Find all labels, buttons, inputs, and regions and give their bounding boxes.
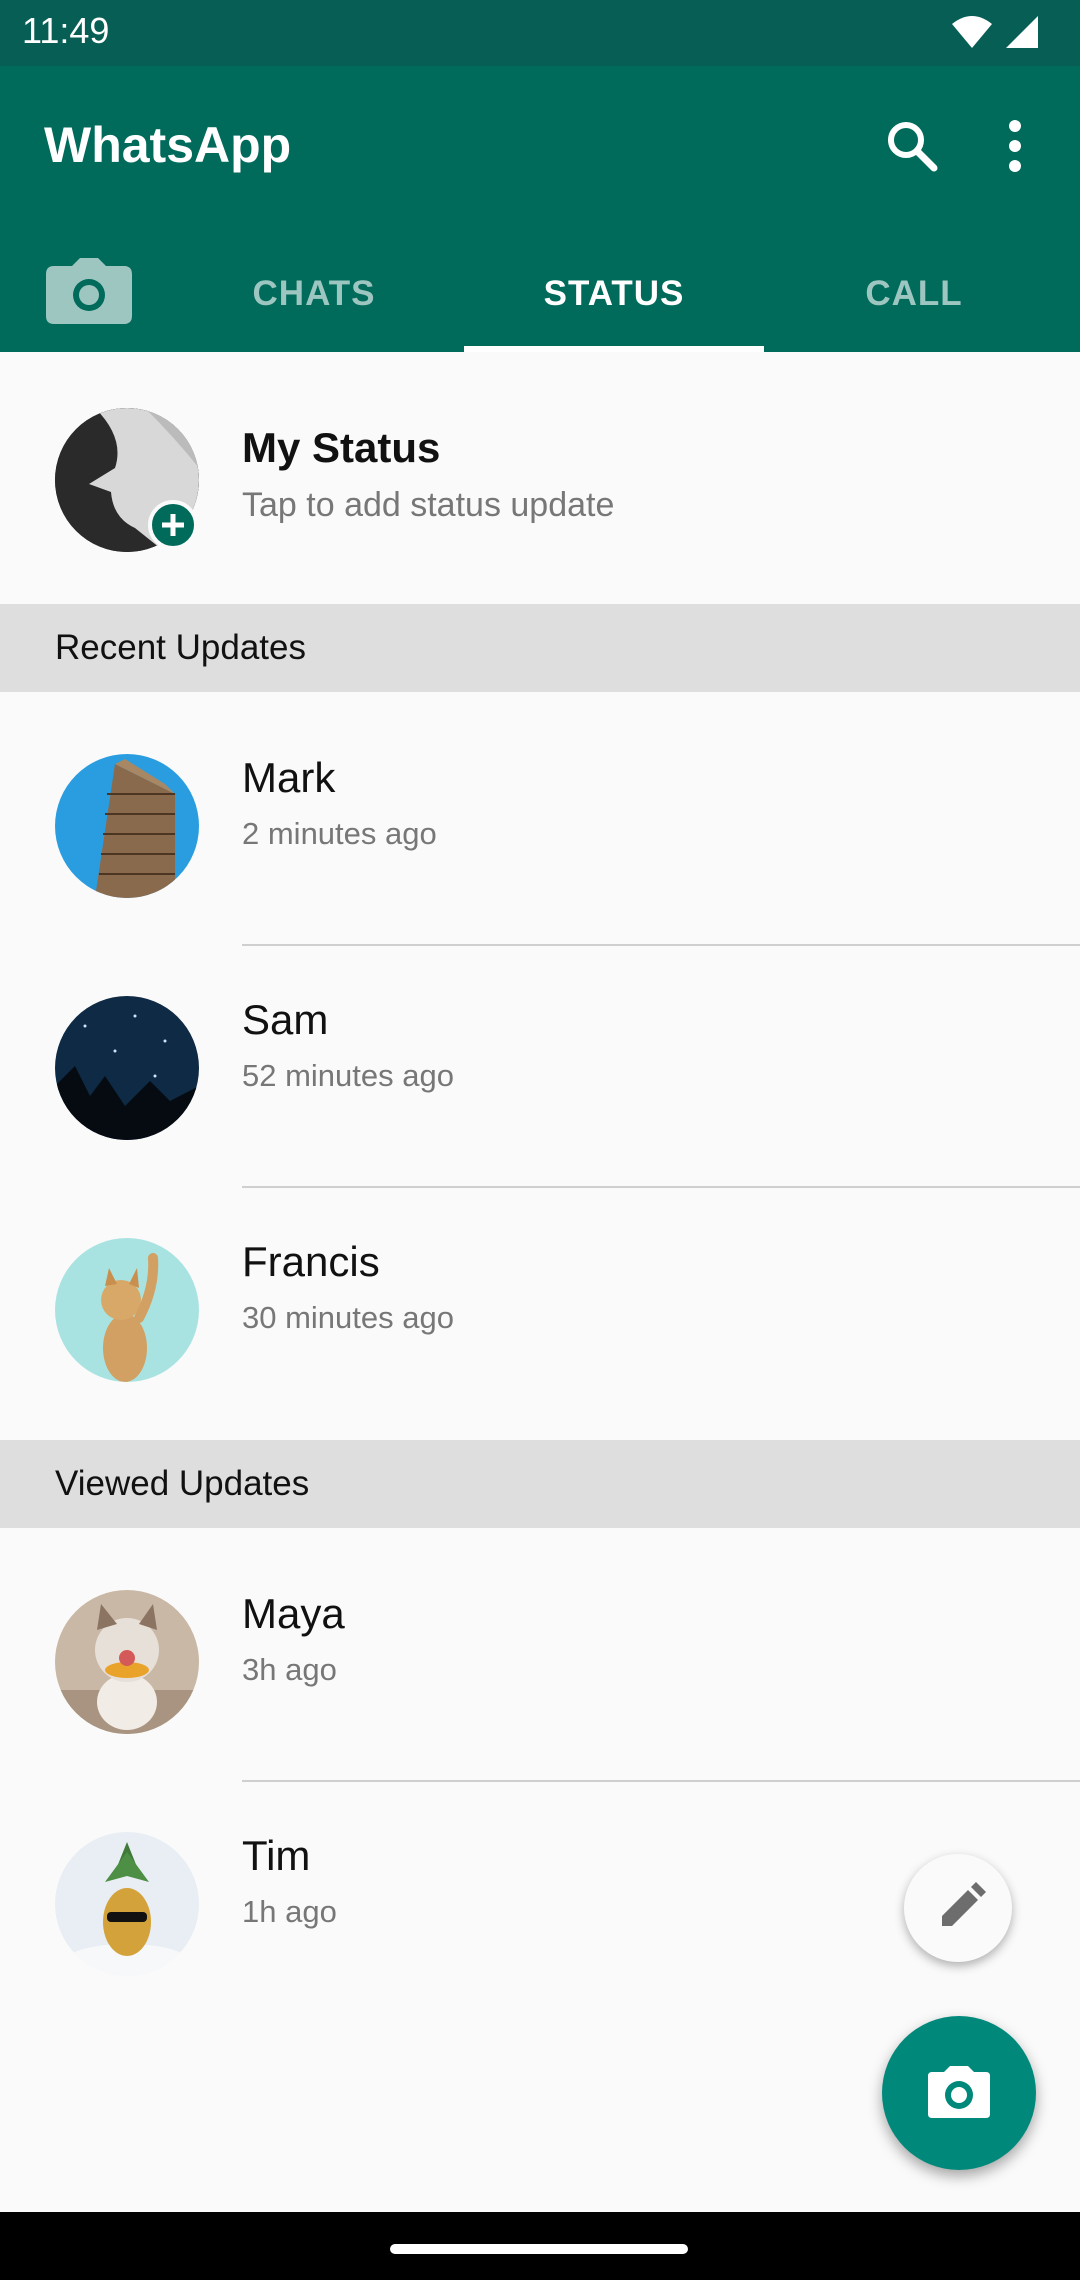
- viewed-updates-label: Viewed Updates: [55, 1464, 310, 1503]
- search-icon[interactable]: [882, 116, 942, 176]
- status-bar: 11:49: [0, 0, 1080, 66]
- status-time: 52 minutes ago: [242, 1058, 454, 1093]
- text-status-button[interactable]: [904, 1854, 1012, 1962]
- status-row-mark[interactable]: Mark 2 minutes ago: [0, 692, 1080, 944]
- tab-chats[interactable]: CHATS: [164, 236, 464, 352]
- contact-name: Maya: [242, 1590, 345, 1637]
- status-row-francis[interactable]: Francis 30 minutes ago: [0, 1188, 1080, 1440]
- my-status-title: My Status: [242, 424, 441, 471]
- avatar-francis: [55, 1238, 199, 1382]
- camera-icon: [928, 2066, 990, 2118]
- tab-bar: CHATS STATUS CALL: [0, 236, 1080, 352]
- app-bar: WhatsApp CHATS STATUS CALL: [0, 66, 1080, 352]
- contact-name: Sam: [242, 996, 329, 1043]
- avatar-maya: [55, 1590, 199, 1734]
- more-options-icon[interactable]: [990, 116, 1040, 176]
- avatar-sam: [55, 996, 199, 1140]
- add-status-icon[interactable]: [148, 500, 198, 550]
- tab-status[interactable]: STATUS: [464, 236, 764, 352]
- camera-tab-icon[interactable]: [46, 258, 132, 324]
- status-time: 2 minutes ago: [242, 816, 437, 851]
- recent-updates-header: Recent Updates: [0, 604, 1080, 692]
- my-status-row[interactable]: My Status Tap to add status update: [0, 352, 1080, 604]
- contact-name: Mark: [242, 754, 336, 801]
- pencil-icon: [942, 1882, 986, 1926]
- status-time: 1h ago: [242, 1894, 337, 1929]
- status-row-sam[interactable]: Sam 52 minutes ago: [0, 946, 1080, 1186]
- status-time: 30 minutes ago: [242, 1300, 454, 1335]
- my-status-subtitle: Tap to add status update: [242, 486, 615, 524]
- avatar-mark: [55, 754, 199, 898]
- clock: 11:49: [22, 10, 110, 51]
- status-row-maya[interactable]: Maya 3h ago: [0, 1528, 1080, 1780]
- avatar-tim: [55, 1832, 199, 1976]
- status-time: 3h ago: [242, 1652, 337, 1687]
- viewed-updates-header: Viewed Updates: [0, 1440, 1080, 1528]
- tab-call[interactable]: CALL: [764, 236, 1064, 352]
- contact-name: Francis: [242, 1238, 380, 1285]
- system-icons: [950, 14, 1040, 50]
- contact-name: Tim: [242, 1832, 311, 1879]
- camera-status-button[interactable]: [882, 2016, 1036, 2170]
- system-navigation-bar: [0, 2212, 1080, 2280]
- app-title: WhatsApp: [44, 117, 292, 173]
- home-gesture-bar[interactable]: [390, 2244, 688, 2254]
- wifi-icon: [952, 16, 992, 48]
- recent-updates-label: Recent Updates: [55, 628, 306, 667]
- signal-icon: [1006, 16, 1038, 48]
